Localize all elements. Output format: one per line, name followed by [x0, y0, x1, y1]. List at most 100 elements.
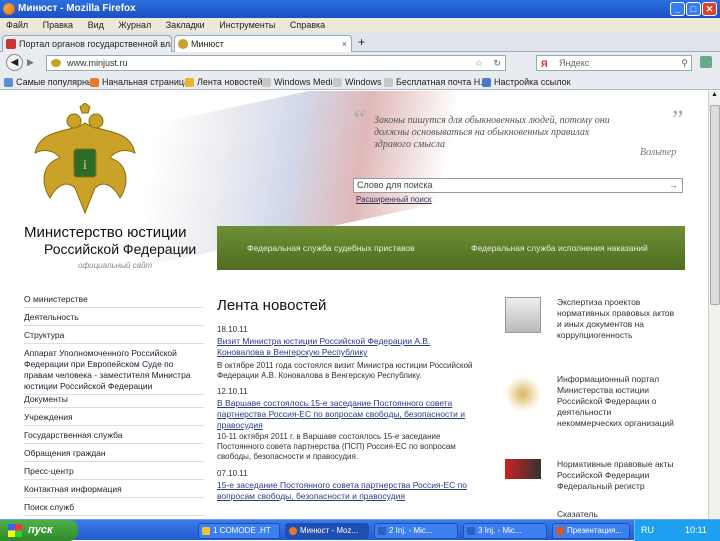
nav-civil-service[interactable]: Государственная служба [24, 430, 204, 444]
language-indicator[interactable]: RU [641, 520, 654, 541]
nav-press-center[interactable]: Пресс-центр [24, 466, 204, 480]
news-headline-link[interactable]: 15-е заседание Постоянного совета партне… [217, 480, 467, 502]
forward-icon[interactable]: ▶ [27, 57, 34, 68]
svg-text:i: i [83, 158, 87, 173]
bookmark-news-feed[interactable]: Лента новостей [185, 74, 263, 89]
web-page: i “ Законы пишутся для обыкновенных люде… [0, 91, 708, 519]
bookmark-customize-links[interactable]: Настройка ссылок [482, 74, 571, 89]
search-go-button[interactable]: → [669, 179, 678, 192]
yandex-icon: Я [541, 59, 548, 69]
bookmark-windows-media[interactable]: Windows Media [262, 74, 338, 89]
federal-register-link[interactable]: Нормативные правовые акты Российской Фед… [557, 459, 677, 492]
scrollbar-thumb[interactable] [710, 105, 720, 305]
fssp-link[interactable]: Федеральная служба судебных приставов [247, 243, 415, 253]
document-icon [505, 297, 541, 333]
scroll-up-icon[interactable]: ▲ [711, 91, 718, 98]
nav-contacts[interactable]: Контактная информация [24, 484, 204, 498]
tab-portal[interactable]: Портал органов государственной влас... [2, 35, 172, 52]
fsin-link[interactable]: Федеральная служба исполнения наказаний [471, 243, 648, 253]
expertise-link[interactable]: Экспертиза проектов нормативных правовых… [557, 297, 677, 341]
menu-bookmarks[interactable]: Закладки [166, 20, 205, 30]
news-feed-title: Лента новостей [217, 297, 327, 314]
powerpoint-icon [556, 527, 564, 535]
advanced-search-link[interactable]: Расширенный поиск [356, 195, 431, 204]
close-tab-icon[interactable]: × [342, 36, 347, 52]
tab-bar: Портал органов государственной влас... М… [0, 32, 720, 52]
bookmark-start-page[interactable]: Начальная страница [90, 74, 189, 89]
folder-icon [202, 527, 210, 535]
page-scrollbar[interactable]: ▲ [708, 91, 720, 519]
new-tab-icon[interactable]: + [358, 35, 365, 49]
nav-activity[interactable]: Деятельность [24, 312, 204, 326]
nav-documents[interactable]: Документы [24, 394, 204, 408]
close-button[interactable]: ✕ [702, 2, 717, 16]
nav-about[interactable]: О министерстве [24, 294, 204, 308]
quote-open-icon: “ [354, 105, 366, 134]
emblem-icon [505, 376, 541, 412]
task-button[interactable]: 1 COMODE .HT [198, 523, 280, 539]
eagle-favicon-icon [178, 39, 188, 49]
right-column-item[interactable]: Сказатель [557, 509, 677, 519]
search-field[interactable]: Я Яндекс ⚲ [536, 55, 692, 71]
firefox-icon [3, 3, 15, 15]
star-icon[interactable]: ☆ [475, 56, 483, 70]
portal-favicon-icon [6, 39, 16, 49]
navigation-bar: ◀ ▶ www.minjust.ru ☆ ↻ Я Яндекс ⚲ [0, 52, 720, 74]
menu-file[interactable]: Файл [6, 20, 28, 30]
news-date: 12.10.11 [217, 387, 248, 396]
tab-label: Минюст [191, 39, 224, 49]
window-title: Минюст - Mozilla Firefox [18, 3, 136, 14]
minimize-button[interactable]: _ [670, 2, 685, 16]
site-search-input[interactable]: Слово для поиска → [353, 178, 683, 193]
back-icon[interactable]: ◀ [6, 54, 23, 71]
bookmark-free-mail[interactable]: Бесплатная почта H... [384, 74, 488, 89]
nko-portal-link[interactable]: Информационный портал Министерства юстиц… [557, 374, 677, 429]
start-button[interactable]: пуск [0, 520, 78, 541]
register-icon [505, 459, 541, 479]
search-icon[interactable]: ⚲ [681, 56, 688, 70]
bookmark-popular[interactable]: Самые популярные [4, 74, 98, 89]
menu-tools[interactable]: Инструменты [219, 20, 275, 30]
news-headline-link[interactable]: Визит Министра юстиции Российской Федера… [217, 336, 467, 358]
site-identity-icon[interactable] [51, 59, 61, 67]
eagle-emblem-icon: i [34, 103, 136, 215]
system-tray: RU 10:11 [634, 520, 720, 541]
nav-institutions[interactable]: Учреждения [24, 412, 204, 426]
menu-bar: Файл Правка Вид Журнал Закладки Инструме… [0, 18, 720, 32]
window-titlebar: Минюст - Mozilla Firefox _ □ ✕ [0, 0, 720, 18]
menu-view[interactable]: Вид [88, 20, 104, 30]
quote-text: Законы пишутся для обыкновенных людей, п… [374, 115, 610, 150]
news-text: В октябре 2011 года состоялся визит Мини… [217, 361, 473, 380]
bookmark-windows[interactable]: Windows [333, 74, 382, 89]
task-button[interactable]: Минюст - Moz... [285, 523, 369, 539]
home-icon[interactable] [700, 56, 712, 68]
nav-commissioner[interactable]: Аппарат Уполномоченного Российской Федер… [24, 348, 204, 395]
services-bar: Федеральная служба судебных приставов Фе… [217, 226, 685, 270]
nav-service-search[interactable]: Поиск служб [24, 502, 204, 516]
task-button[interactable]: Презентация... [552, 523, 630, 539]
menu-help[interactable]: Справка [290, 20, 325, 30]
maximize-button[interactable]: □ [686, 2, 701, 16]
ministry-title-line1: Министерство юстиции [24, 224, 187, 241]
news-text: 10-11 октября 2011 г. в Варшаве состояло… [217, 432, 456, 461]
task-button[interactable]: 2 Inj. - Mic... [374, 523, 458, 539]
word-icon [467, 527, 475, 535]
bookmarks-bar: Самые популярные Начальная страница Лент… [0, 74, 720, 90]
quote-close-icon: ” [672, 105, 684, 134]
url-field[interactable]: www.minjust.ru ☆ ↻ [46, 55, 506, 71]
task-button[interactable]: 3 Inj. - Mic... [463, 523, 547, 539]
news-date: 18.10.11 [217, 325, 248, 334]
taskbar: пуск 1 COMODE .HT Минюст - Moz... 2 Inj.… [0, 519, 720, 541]
news-headline-link[interactable]: В Варшаве состоялось 15-е заседание Пост… [217, 398, 467, 431]
tab-minjust[interactable]: Минюст × [174, 35, 352, 52]
news-date: 07.10.11 [217, 469, 248, 478]
nav-structure[interactable]: Структура [24, 330, 204, 344]
windows-logo-icon [8, 524, 22, 537]
clock: 10:11 [685, 525, 707, 535]
menu-edit[interactable]: Правка [43, 20, 73, 30]
menu-history[interactable]: Журнал [118, 20, 151, 30]
firefox-task-icon [289, 527, 297, 535]
reload-icon[interactable]: ↻ [493, 56, 501, 70]
nav-citizen-appeals[interactable]: Обращения граждан [24, 448, 204, 462]
word-icon [378, 527, 386, 535]
